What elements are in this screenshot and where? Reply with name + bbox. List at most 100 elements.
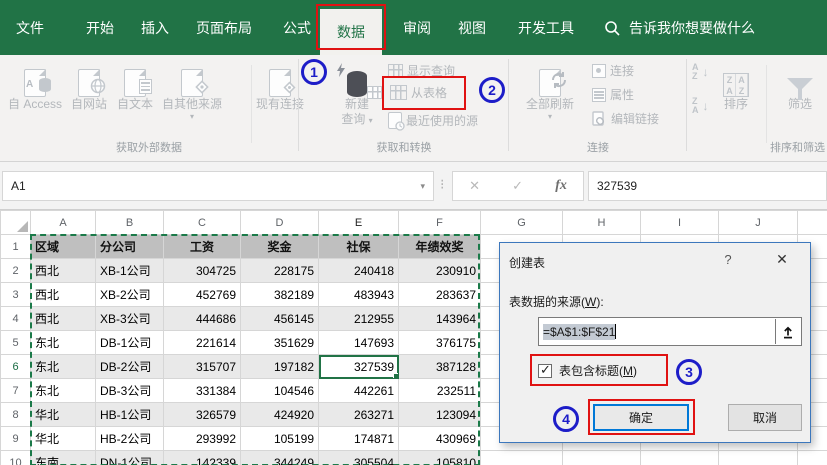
cell[interactable]: 452769	[163, 282, 241, 307]
cell[interactable]: DB-2公司	[95, 354, 164, 379]
select-all-button[interactable]	[0, 210, 31, 235]
cell[interactable]: 174871	[318, 426, 399, 451]
tab-page-layout[interactable]: 页面布局	[196, 0, 252, 55]
confirm-entry-icon[interactable]: ✓	[512, 178, 523, 194]
tab-insert[interactable]: 插入	[141, 0, 169, 55]
help-icon[interactable]: ?	[718, 252, 738, 267]
cell[interactable]: 263271	[318, 402, 399, 427]
cell[interactable]: 奖金	[240, 234, 319, 259]
column-header-H[interactable]: H	[562, 210, 641, 235]
cell[interactable]: 年绩效奖	[398, 234, 481, 259]
name-box[interactable]: A1 ▾	[2, 171, 434, 201]
cell[interactable]: XB-3公司	[95, 306, 164, 331]
cell[interactable]: 331384	[163, 378, 241, 403]
column-header-A[interactable]: A	[30, 210, 96, 235]
from-access-button[interactable]: A 自 Access	[6, 57, 64, 139]
formula-bar-handle[interactable]: ⁝	[440, 176, 445, 193]
from-other-sources-button[interactable]: 自其他来源 ▾	[158, 57, 226, 139]
cell[interactable]: 西北	[30, 258, 96, 283]
row-header[interactable]: 2	[0, 258, 31, 283]
cell[interactable]: 142339	[163, 450, 241, 465]
row-header[interactable]: 8	[0, 402, 31, 427]
cell[interactable]: 197182	[240, 354, 319, 379]
tab-review[interactable]: 审阅	[403, 0, 431, 55]
tell-me-search[interactable]: 告诉我你想要做什么	[604, 0, 755, 55]
row-header-active[interactable]: 6	[0, 354, 31, 379]
name-box-dropdown-icon[interactable]: ▾	[420, 181, 433, 192]
close-icon[interactable]: ✕	[768, 251, 796, 268]
column-header-C[interactable]: C	[163, 210, 241, 235]
insert-function-icon[interactable]: fx	[555, 178, 567, 194]
cell[interactable]: 212955	[318, 306, 399, 331]
active-cell-E6[interactable]: 327539	[318, 354, 399, 379]
cell[interactable]: 293992	[163, 426, 241, 451]
cell[interactable]: 326579	[163, 402, 241, 427]
row-header[interactable]: 10	[0, 450, 31, 465]
column-header-J[interactable]: J	[718, 210, 798, 235]
column-header-F[interactable]: F	[398, 210, 481, 235]
cell[interactable]: 387128	[398, 354, 481, 379]
cell[interactable]: 分公司	[95, 234, 164, 259]
tab-home[interactable]: 开始	[86, 0, 114, 55]
cell[interactable]: HB-1公司	[95, 402, 164, 427]
cell[interactable]: 228175	[240, 258, 319, 283]
cell[interactable]: 305504	[318, 450, 399, 465]
cell[interactable]: 382189	[240, 282, 319, 307]
cell[interactable]: 430969	[398, 426, 481, 451]
cell[interactable]: 西北	[30, 282, 96, 307]
cell[interactable]: DB-1公司	[95, 330, 164, 355]
cell[interactable]: HB-2公司	[95, 426, 164, 451]
row-header[interactable]: 5	[0, 330, 31, 355]
cell[interactable]: 283637	[398, 282, 481, 307]
cancel-entry-icon[interactable]: ✕	[469, 178, 480, 194]
collapse-dialog-button[interactable]	[775, 319, 800, 344]
cell[interactable]: XB-2公司	[95, 282, 164, 307]
cell[interactable]: 456145	[240, 306, 319, 331]
cell[interactable]	[718, 450, 798, 465]
cell[interactable]: 424920	[240, 402, 319, 427]
tab-data-active[interactable]: 数据	[320, 9, 382, 55]
cell[interactable]	[640, 450, 719, 465]
filter-button[interactable]: 筛选	[778, 57, 822, 139]
column-header-G[interactable]: G	[480, 210, 563, 235]
cell[interactable]: 工资	[163, 234, 241, 259]
cell[interactable]: 376175	[398, 330, 481, 355]
refresh-all-button[interactable]: 全部刷新 ▾	[516, 57, 584, 139]
cell[interactable]: DN-1公司	[95, 450, 164, 465]
cell[interactable]	[480, 450, 563, 465]
cell[interactable]: 240418	[318, 258, 399, 283]
row-header[interactable]: 4	[0, 306, 31, 331]
cell[interactable]: 104546	[240, 378, 319, 403]
row-header[interactable]: 7	[0, 378, 31, 403]
cancel-button[interactable]: 取消	[728, 404, 802, 431]
properties-button[interactable]: 属性	[592, 86, 634, 103]
cell[interactable]: 105810	[398, 450, 481, 465]
cell[interactable]: 351629	[240, 330, 319, 355]
row-header[interactable]: 9	[0, 426, 31, 451]
tab-file[interactable]: 文件	[16, 0, 44, 55]
edit-links-button[interactable]: 编辑链接	[592, 110, 659, 127]
recent-sources-button[interactable]: 最近使用的源	[388, 112, 478, 131]
cell[interactable]: 西北	[30, 306, 96, 331]
show-queries-button[interactable]: 显示查询	[388, 62, 455, 79]
checkbox-checked-icon[interactable]: ✓	[538, 362, 552, 378]
range-input[interactable]: =$A$1:$F$21	[538, 317, 802, 346]
new-query-button[interactable]: 新建 查询 ▾	[330, 57, 384, 139]
from-web-button[interactable]: 自网站	[66, 57, 112, 139]
cell[interactable]: 230910	[398, 258, 481, 283]
cell[interactable]: 社保	[318, 234, 399, 259]
cell[interactable]: 344249	[240, 450, 319, 465]
sort-descending-button[interactable]: ZA ↓	[692, 97, 709, 115]
from-table-button[interactable]: 从表格	[390, 84, 447, 101]
cell[interactable]: 东北	[30, 354, 96, 379]
cell[interactable]: 东北	[30, 378, 96, 403]
ok-button[interactable]: 确定	[593, 404, 689, 431]
formula-input[interactable]: 327539	[588, 171, 827, 201]
cell[interactable]: 147693	[318, 330, 399, 355]
column-header-B[interactable]: B	[95, 210, 164, 235]
connections-button[interactable]: 连接	[592, 62, 634, 79]
cell[interactable]: 304725	[163, 258, 241, 283]
cell[interactable]: 123094	[398, 402, 481, 427]
cell[interactable]: 105199	[240, 426, 319, 451]
sort-ascending-button[interactable]: AZ ↓	[692, 63, 709, 81]
